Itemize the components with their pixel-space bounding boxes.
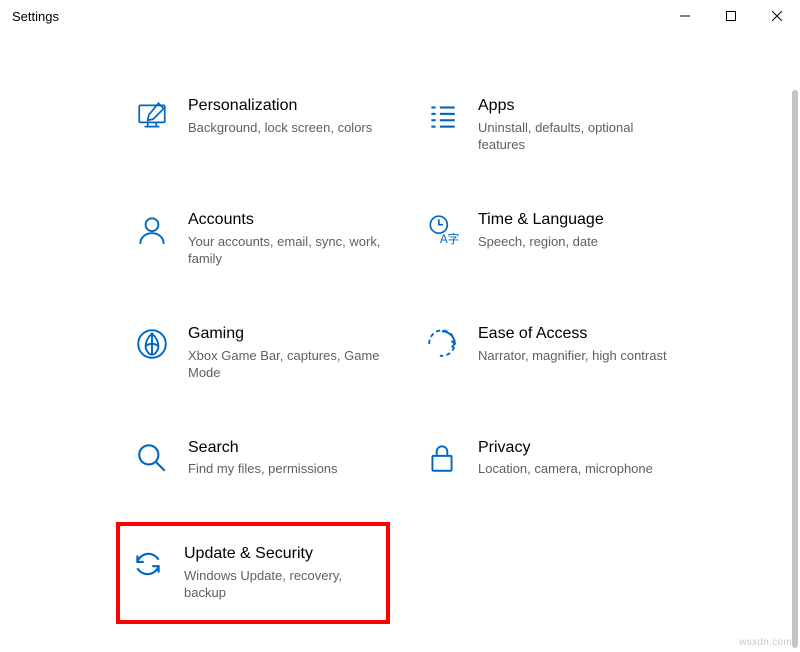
- tile-title: Personalization: [188, 96, 386, 117]
- titlebar: Settings: [0, 0, 800, 32]
- tile-desc: Uninstall, defaults, optional features: [478, 119, 676, 154]
- apps-icon: [424, 98, 460, 134]
- tile-desc: Speech, region, date: [478, 233, 676, 251]
- tile-desc: Background, lock screen, colors: [188, 119, 386, 137]
- tile-title: Search: [188, 438, 386, 459]
- maximize-button[interactable]: [708, 0, 754, 32]
- tile-desc: Find my files, permissions: [188, 460, 386, 478]
- privacy-icon: [424, 440, 460, 476]
- scrollbar[interactable]: [792, 90, 798, 648]
- minimize-icon: [680, 11, 690, 21]
- accounts-icon: [134, 212, 170, 248]
- tile-desc: Narrator, magnifier, high contrast: [478, 347, 676, 365]
- search-icon: [134, 440, 170, 476]
- tile-update-security[interactable]: Update & Security Windows Update, recove…: [116, 522, 390, 624]
- tile-desc: Windows Update, recovery, backup: [184, 567, 376, 602]
- tile-title: Privacy: [478, 438, 676, 459]
- window-title: Settings: [12, 9, 59, 24]
- minimize-button[interactable]: [662, 0, 708, 32]
- tile-time-language[interactable]: A字 Time & Language Speech, region, date: [420, 204, 680, 274]
- tile-ease-of-access[interactable]: Ease of Access Narrator, magnifier, high…: [420, 318, 680, 388]
- tile-gaming[interactable]: Gaming Xbox Game Bar, captures, Game Mod…: [130, 318, 390, 388]
- time-language-icon: A字: [424, 212, 460, 248]
- tile-personalization[interactable]: Personalization Background, lock screen,…: [130, 90, 390, 160]
- settings-grid: Personalization Background, lock screen,…: [130, 90, 680, 624]
- update-security-icon: [130, 546, 166, 582]
- ease-of-access-icon: [424, 326, 460, 362]
- tile-title: Update & Security: [184, 544, 376, 565]
- settings-content: Personalization Background, lock screen,…: [0, 32, 800, 624]
- close-button[interactable]: [754, 0, 800, 32]
- tile-title: Gaming: [188, 324, 386, 345]
- tile-accounts[interactable]: Accounts Your accounts, email, sync, wor…: [130, 204, 390, 274]
- tile-desc: Xbox Game Bar, captures, Game Mode: [188, 347, 386, 382]
- tile-apps[interactable]: Apps Uninstall, defaults, optional featu…: [420, 90, 680, 160]
- tile-privacy[interactable]: Privacy Location, camera, microphone: [420, 432, 680, 484]
- svg-text:A字: A字: [440, 232, 459, 246]
- watermark: wsxdn.com: [739, 637, 792, 648]
- tile-title: Accounts: [188, 210, 386, 231]
- close-icon: [772, 11, 782, 21]
- tile-title: Apps: [478, 96, 676, 117]
- tile-title: Ease of Access: [478, 324, 676, 345]
- tile-search[interactable]: Search Find my files, permissions: [130, 432, 390, 484]
- tile-title: Time & Language: [478, 210, 676, 231]
- maximize-icon: [726, 11, 736, 21]
- tile-desc: Your accounts, email, sync, work, family: [188, 233, 386, 268]
- tile-desc: Location, camera, microphone: [478, 460, 676, 478]
- personalization-icon: [134, 98, 170, 134]
- gaming-icon: [134, 326, 170, 362]
